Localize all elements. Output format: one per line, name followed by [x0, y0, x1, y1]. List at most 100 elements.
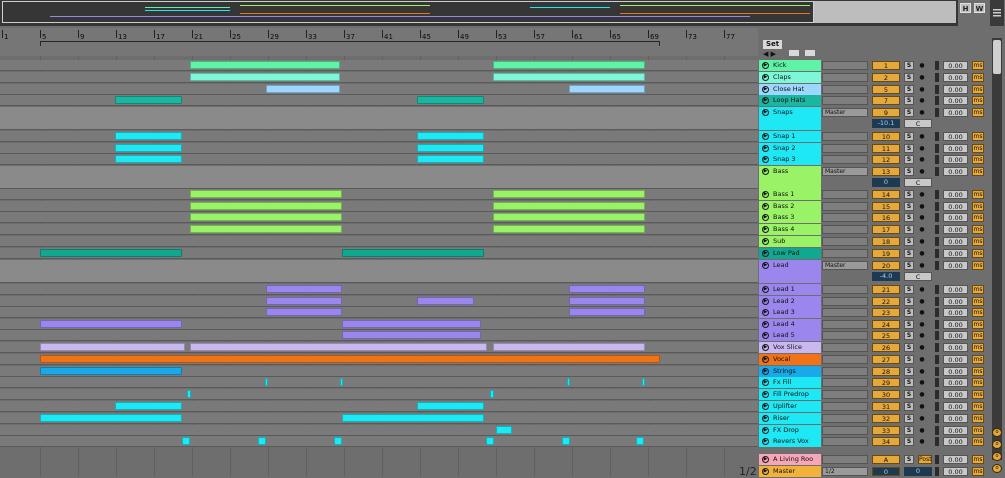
track-lane[interactable] [0, 143, 758, 154]
track-activator-icon[interactable]: ▶ [762, 286, 769, 293]
track-activator-icon[interactable]: ▶ [762, 438, 769, 445]
track-lane[interactable] [0, 131, 758, 142]
mixer-track-row[interactable]: ▶ Uplifter 31 S ● 0.00 ms [759, 401, 989, 412]
solo-button[interactable]: S [904, 320, 914, 329]
clip[interactable] [493, 213, 645, 221]
mixer-track-row[interactable]: ▶ Revers Vox 34 S ● 0.00 ms [759, 436, 989, 447]
delay-unit-button[interactable]: ms [972, 455, 984, 464]
track-name[interactable]: ▶ A Living Roo [759, 454, 821, 465]
track-delay-field[interactable]: 0.00 [943, 414, 968, 423]
track-number[interactable]: 32 [872, 414, 900, 423]
track-number[interactable]: 12 [872, 155, 900, 164]
track-name[interactable]: ▶ Fx Fill [759, 377, 821, 388]
clip[interactable] [417, 96, 484, 104]
track-delay-field[interactable]: 0.00 [943, 285, 968, 294]
track-delay-field[interactable]: 0.00 [943, 225, 968, 234]
track-delay-field[interactable]: 0.00 [943, 237, 968, 246]
clip[interactable] [642, 378, 645, 386]
track-delay-field[interactable]: 0.00 [943, 73, 968, 82]
input-select[interactable] [822, 331, 868, 340]
solo-button[interactable]: S [904, 455, 914, 464]
track-delay-field[interactable]: 0.00 [943, 144, 968, 153]
arm-button[interactable]: ● [918, 202, 926, 211]
track-delay-field[interactable]: 0.00 [943, 437, 968, 446]
solo-button[interactable]: S [904, 73, 914, 82]
delay-unit-button[interactable]: ms [972, 367, 984, 376]
arm-button[interactable]: ● [918, 378, 926, 387]
clip[interactable] [115, 402, 182, 410]
solo-button[interactable]: S [904, 426, 914, 435]
track-number[interactable]: 25 [872, 331, 900, 340]
track-delay-field[interactable]: 0.00 [943, 402, 968, 411]
arrangement-view[interactable] [0, 56, 758, 477]
track-number[interactable]: 29 [872, 378, 900, 387]
clip[interactable] [569, 308, 645, 316]
volume-field[interactable]: -4.0 [872, 272, 900, 281]
input-select[interactable] [822, 73, 868, 82]
mixer-track-row[interactable]: ▶ Lead Master 20 S ● 0.00 ms -4.0 C [759, 260, 989, 283]
input-select[interactable] [822, 297, 868, 306]
track-activator-icon[interactable]: ▶ [762, 62, 769, 69]
solo-button[interactable]: S [904, 249, 914, 258]
delay-unit-button[interactable]: ms [972, 343, 984, 352]
clip[interactable] [340, 378, 343, 386]
track-number[interactable]: 10 [872, 132, 900, 141]
track-activator-icon[interactable]: ▶ [762, 156, 769, 163]
track-lane[interactable] [0, 401, 758, 412]
solo-button[interactable]: S [904, 331, 914, 340]
master-track-row[interactable]: ▶ Master 1/2 0 0 0.00 ms [759, 466, 989, 477]
track-number[interactable]: 27 [872, 355, 900, 364]
track-name[interactable]: ▶ Loop Hats [759, 95, 821, 106]
input-select[interactable] [822, 96, 868, 105]
mixer-track-row[interactable]: ▶ Loop Hats 7 S ● 0.00 ms [759, 95, 989, 106]
returns-toggle-icon[interactable]: o [992, 452, 1002, 461]
solo-button[interactable]: S [904, 96, 914, 105]
track-delay-field[interactable]: 0.00 [943, 249, 968, 258]
track-number[interactable]: 26 [872, 343, 900, 352]
solo-button[interactable]: S [904, 343, 914, 352]
delay-unit-button[interactable]: ms [972, 426, 984, 435]
track-activator-icon[interactable]: ▶ [762, 214, 769, 221]
clip[interactable] [190, 61, 340, 69]
wrap-button[interactable]: W [974, 3, 985, 13]
clip[interactable] [490, 390, 494, 398]
track-lane[interactable] [0, 236, 758, 247]
clip[interactable] [342, 414, 484, 422]
clip[interactable] [569, 85, 645, 93]
track-name[interactable]: ▶ Lead 5 [759, 330, 821, 341]
solo-button[interactable]: S [904, 85, 914, 94]
clip[interactable] [266, 285, 342, 293]
arm-button[interactable]: ● [918, 355, 926, 364]
track-lane[interactable] [0, 154, 758, 165]
arm-button[interactable]: ● [918, 108, 926, 117]
track-activator-icon[interactable]: ▶ [762, 250, 769, 257]
track-name[interactable]: ▶ Claps [759, 72, 821, 83]
input-select[interactable] [822, 426, 868, 435]
mixer-track-row[interactable]: ▶ Snap 2 11 S ● 0.00 ms [759, 143, 989, 154]
track-number[interactable]: 5 [872, 85, 900, 94]
clip[interactable] [182, 437, 190, 445]
clip[interactable] [265, 378, 268, 386]
input-select[interactable] [822, 355, 868, 364]
mixer-track-row[interactable]: ▶ Lead 4 24 S ● 0.00 ms [759, 319, 989, 330]
mixer-track-row[interactable]: ▶ Lead 2 22 S ● 0.00 ms [759, 296, 989, 307]
track-activator-icon[interactable]: ▶ [762, 332, 769, 339]
track-delay-field[interactable]: 0.00 [943, 331, 968, 340]
track-delay-field[interactable]: 0.00 [943, 167, 968, 176]
solo-button[interactable]: S [904, 167, 914, 176]
clip[interactable] [493, 202, 645, 210]
track-name[interactable]: ▶ Bass 1 [759, 189, 821, 200]
track-activator-icon[interactable]: ▶ [762, 97, 769, 104]
solo-button[interactable]: S [904, 237, 914, 246]
track-lane[interactable] [0, 107, 758, 130]
arm-button[interactable]: ● [918, 225, 926, 234]
delay-unit-button[interactable]: ms [972, 85, 984, 94]
beat-time-ruler[interactable]: 1 5 9 13 17 21 25 29 33 37 41 45 49 53 57 61 65 69 73 77 [0, 28, 758, 56]
mixer-track-row[interactable]: ▶ FX Drop 33 S ● 0.00 ms [759, 425, 989, 436]
clip[interactable] [567, 378, 570, 386]
arm-button[interactable]: ● [918, 190, 926, 199]
clip[interactable] [342, 320, 481, 328]
arm-button[interactable]: ● [918, 144, 926, 153]
track-number[interactable]: 13 [872, 167, 900, 176]
vertical-scrollbar[interactable] [992, 38, 1002, 460]
